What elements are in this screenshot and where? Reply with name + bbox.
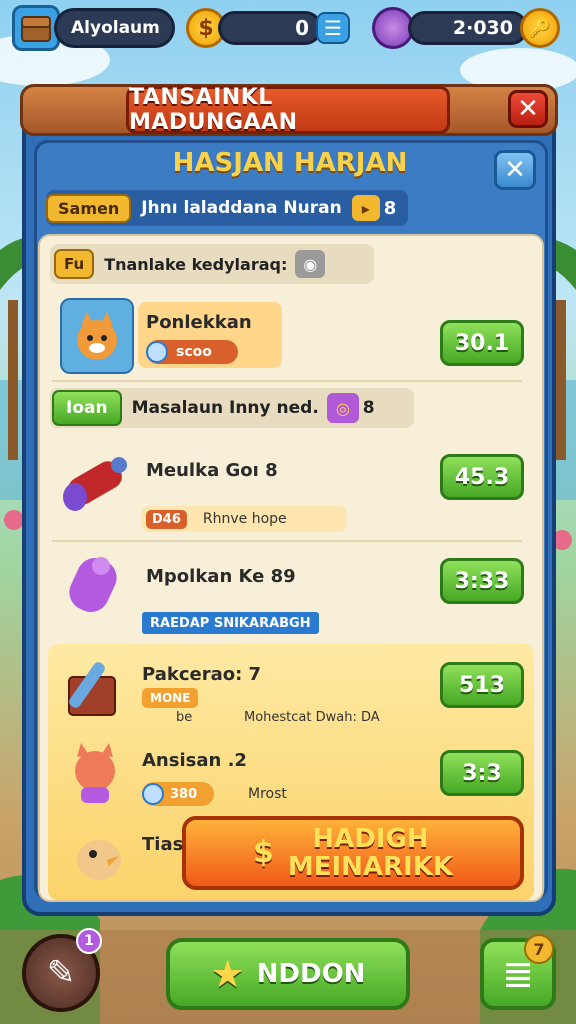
section2-count: 8 <box>362 398 375 418</box>
item-1-sub-text: scoo <box>176 344 212 360</box>
item-5-name: Ansisan .2 <box>142 750 247 771</box>
tag-count: 8 <box>383 197 397 219</box>
item-2-price-button[interactable]: 45.3 <box>440 454 524 500</box>
target-icon: ◎ <box>326 393 359 423</box>
big-button-line1: HADIGH <box>312 824 429 854</box>
chest-icon <box>62 654 128 722</box>
section-header-1: Fu Tnanlake kedylaraq: ◉ <box>50 244 374 284</box>
big-button-line2: MEINARIKK <box>287 852 454 882</box>
menu-button[interactable]: ☰ <box>316 12 350 44</box>
pencil-icon: ✎ <box>46 953 76 993</box>
player-profile[interactable]: Alyolaum <box>12 5 175 51</box>
list-badge: 7 <box>524 934 554 964</box>
main-action-button[interactable]: ★ NDDON <box>166 938 410 1010</box>
coin-counter: $ 0 ☰ <box>186 6 350 50</box>
section1-label: Tnanlake kedylaraq: <box>104 254 288 274</box>
bird-icon <box>66 820 132 890</box>
item-5-sub-badge-wrap: 380 <box>142 782 214 806</box>
item-5-sub-text: Mrost <box>248 786 287 802</box>
tag-icon: ▸ <box>351 195 380 221</box>
section2-label: Masalaun Inny ned. <box>131 398 319 418</box>
gem-counter: 2·030 🔑 <box>372 6 560 50</box>
item-1-sub: scoo <box>146 340 238 364</box>
item-2-sub-text: Rhnve hope <box>202 511 287 527</box>
tag-label[interactable]: Samen <box>46 193 132 223</box>
section2-badge[interactable]: Ioan <box>52 390 122 426</box>
panel-subtitle: HASJAN HARJAN <box>172 148 408 178</box>
item-4-sub-prefix: be <box>176 710 193 725</box>
avatar[interactable] <box>12 5 60 51</box>
item-1-price-button[interactable]: 30.1 <box>440 320 524 366</box>
coin-icon: $ <box>252 835 274 870</box>
tag-text: Jhnı laladdana Nuran <box>141 198 342 218</box>
item-4-name: Pakcerao: 7 <box>142 664 262 685</box>
search-icon <box>146 341 168 363</box>
panel-tag-row: Samen Jhnı laladdana Nuran ▸ 8 <box>46 190 409 226</box>
potion-icon <box>56 548 132 622</box>
item-3-price-button[interactable]: 3:33 <box>440 558 524 604</box>
star-icon: ★ <box>210 952 245 996</box>
camera-icon: ◉ <box>295 250 326 278</box>
item-2-name: Meulka Goı 8 <box>146 460 278 481</box>
secondary-close-button[interactable]: ✕ <box>494 150 536 190</box>
key-button[interactable]: 🔑 <box>520 8 560 48</box>
section-header-2: Ioan Masalaun Inny ned. ◎ 8 <box>50 388 414 428</box>
item-2-sub: D46 Rhnve hope <box>142 506 346 532</box>
fox-icon <box>60 298 134 374</box>
divider <box>52 380 522 382</box>
item-4-sub-badge: MONE <box>142 688 199 708</box>
coin-count: 0 <box>218 11 322 45</box>
item-5-sub-badge: 380 <box>170 786 198 802</box>
item-4-price-button[interactable]: 513 <box>440 662 524 708</box>
divider <box>52 540 522 542</box>
item-1-name: Ponlekkan <box>146 312 252 333</box>
item-3-name: Mpolkan Ke 89 <box>146 566 296 587</box>
gem-count: 2·030 <box>408 11 528 45</box>
item-4-sub-text: Mohestcat Dwah: DA <box>244 710 380 725</box>
section1-badge: Fu <box>54 249 95 279</box>
item-6-name: Tias <box>142 834 184 855</box>
get-reward-button[interactable]: $ HADIGH MEINARIKK <box>182 816 524 890</box>
item-5-price-button[interactable]: 3:3 <box>440 750 524 796</box>
notification-badge: 1 <box>76 928 102 954</box>
item-3-sub: RAEDAP SNIKARABGH <box>142 612 319 634</box>
close-button[interactable]: ✕ <box>508 90 548 128</box>
main-action-label: NDDON <box>256 959 366 989</box>
cat-icon <box>62 740 128 808</box>
chest-avatar-icon <box>21 16 51 42</box>
panel-title: TANSAINKL MADUNGAAN <box>126 85 450 135</box>
cannon-icon <box>58 444 136 522</box>
item-2-sub-badge: D46 <box>146 509 187 529</box>
search-icon <box>142 783 164 805</box>
player-name: Alyolaum <box>54 8 175 48</box>
